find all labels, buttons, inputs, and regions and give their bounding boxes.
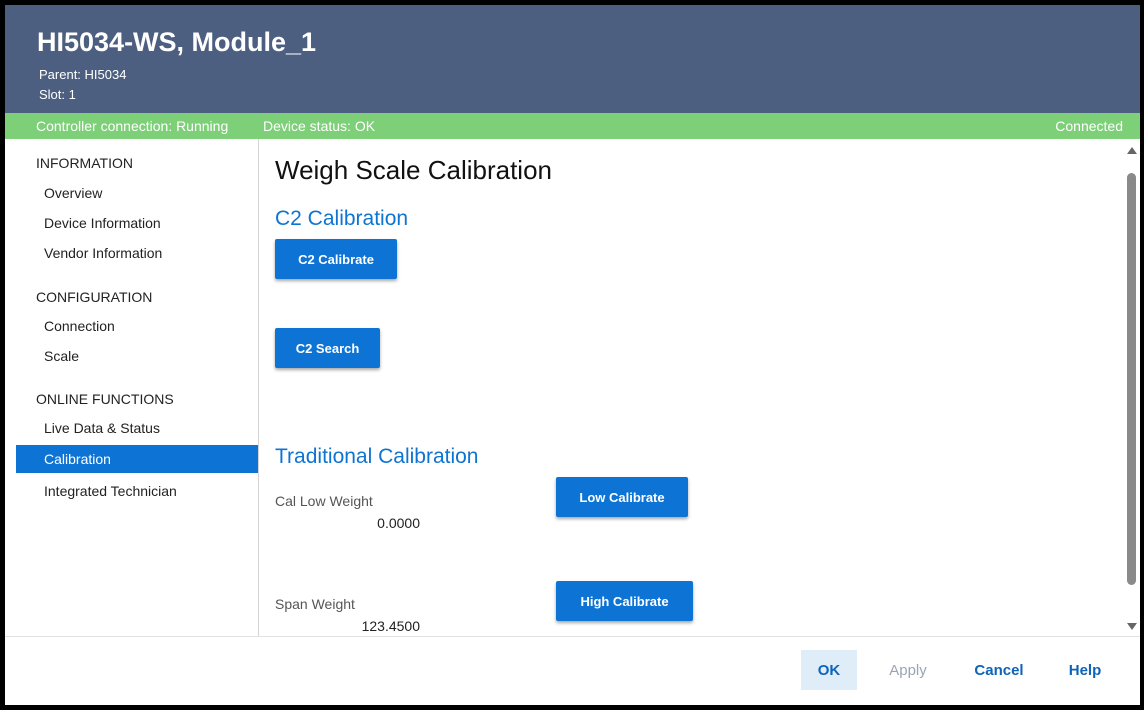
sidebar-item-calibration[interactable]: Calibration — [16, 445, 258, 473]
sidebar-nav: INFORMATION Overview Device Information … — [5, 139, 259, 636]
sidebar-section-online-functions: ONLINE FUNCTIONS — [36, 391, 174, 407]
sidebar-item-overview[interactable]: Overview — [16, 179, 258, 207]
c2-search-button[interactable]: C2 Search — [275, 328, 380, 368]
span-weight-label: Span Weight — [275, 596, 355, 612]
traditional-calibration-heading: Traditional Calibration — [275, 445, 479, 468]
sidebar-item-device-information[interactable]: Device Information — [16, 209, 258, 237]
ok-button[interactable]: OK — [801, 650, 857, 690]
status-bar: Controller connection: Running Device st… — [5, 113, 1140, 139]
c2-calibrate-button[interactable]: C2 Calibrate — [275, 239, 397, 279]
connection-status: Connected — [1055, 118, 1123, 134]
cancel-button[interactable]: Cancel — [964, 650, 1034, 690]
help-button[interactable]: Help — [1057, 650, 1113, 690]
dialog-window: HI5034-WS, Module_1 Parent: HI5034 Slot:… — [5, 5, 1140, 705]
scroll-down-icon[interactable] — [1127, 623, 1137, 630]
device-title: HI5034-WS, Module_1 — [37, 27, 317, 57]
c2-calibration-heading: C2 Calibration — [275, 207, 409, 230]
main-content: Weigh Scale Calibration C2 Calibration C… — [260, 139, 1140, 636]
dialog-footer: OK Apply Cancel Help — [5, 636, 1140, 705]
scrollbar-thumb[interactable] — [1127, 173, 1136, 585]
sidebar-item-integrated-technician[interactable]: Integrated Technician — [16, 477, 258, 505]
cal-low-weight-value: 0.0000 — [377, 515, 420, 531]
sidebar-item-vendor-information[interactable]: Vendor Information — [16, 239, 258, 267]
header: HI5034-WS, Module_1 Parent: HI5034 Slot:… — [5, 5, 1140, 113]
device-status: Device status: OK — [263, 118, 376, 134]
slot-label: Slot: 1 — [39, 87, 76, 102]
sidebar-section-information: INFORMATION — [36, 155, 133, 171]
apply-button[interactable]: Apply — [876, 650, 940, 690]
sidebar-item-scale[interactable]: Scale — [16, 342, 258, 370]
controller-connection-status: Controller connection: Running — [36, 118, 229, 134]
sidebar-section-configuration: CONFIGURATION — [36, 289, 153, 305]
span-weight-value: 123.4500 — [361, 618, 420, 634]
vertical-scrollbar[interactable] — [1122, 139, 1140, 636]
page-title: Weigh Scale Calibration — [275, 155, 552, 185]
cal-low-weight-label: Cal Low Weight — [275, 493, 373, 509]
low-calibrate-button[interactable]: Low Calibrate — [556, 477, 688, 517]
scroll-up-icon[interactable] — [1127, 147, 1137, 154]
sidebar-item-live-data-status[interactable]: Live Data & Status — [16, 414, 258, 442]
high-calibrate-button[interactable]: High Calibrate — [556, 581, 693, 621]
sidebar-item-connection[interactable]: Connection — [16, 312, 258, 340]
parent-label: Parent: HI5034 — [39, 67, 127, 82]
